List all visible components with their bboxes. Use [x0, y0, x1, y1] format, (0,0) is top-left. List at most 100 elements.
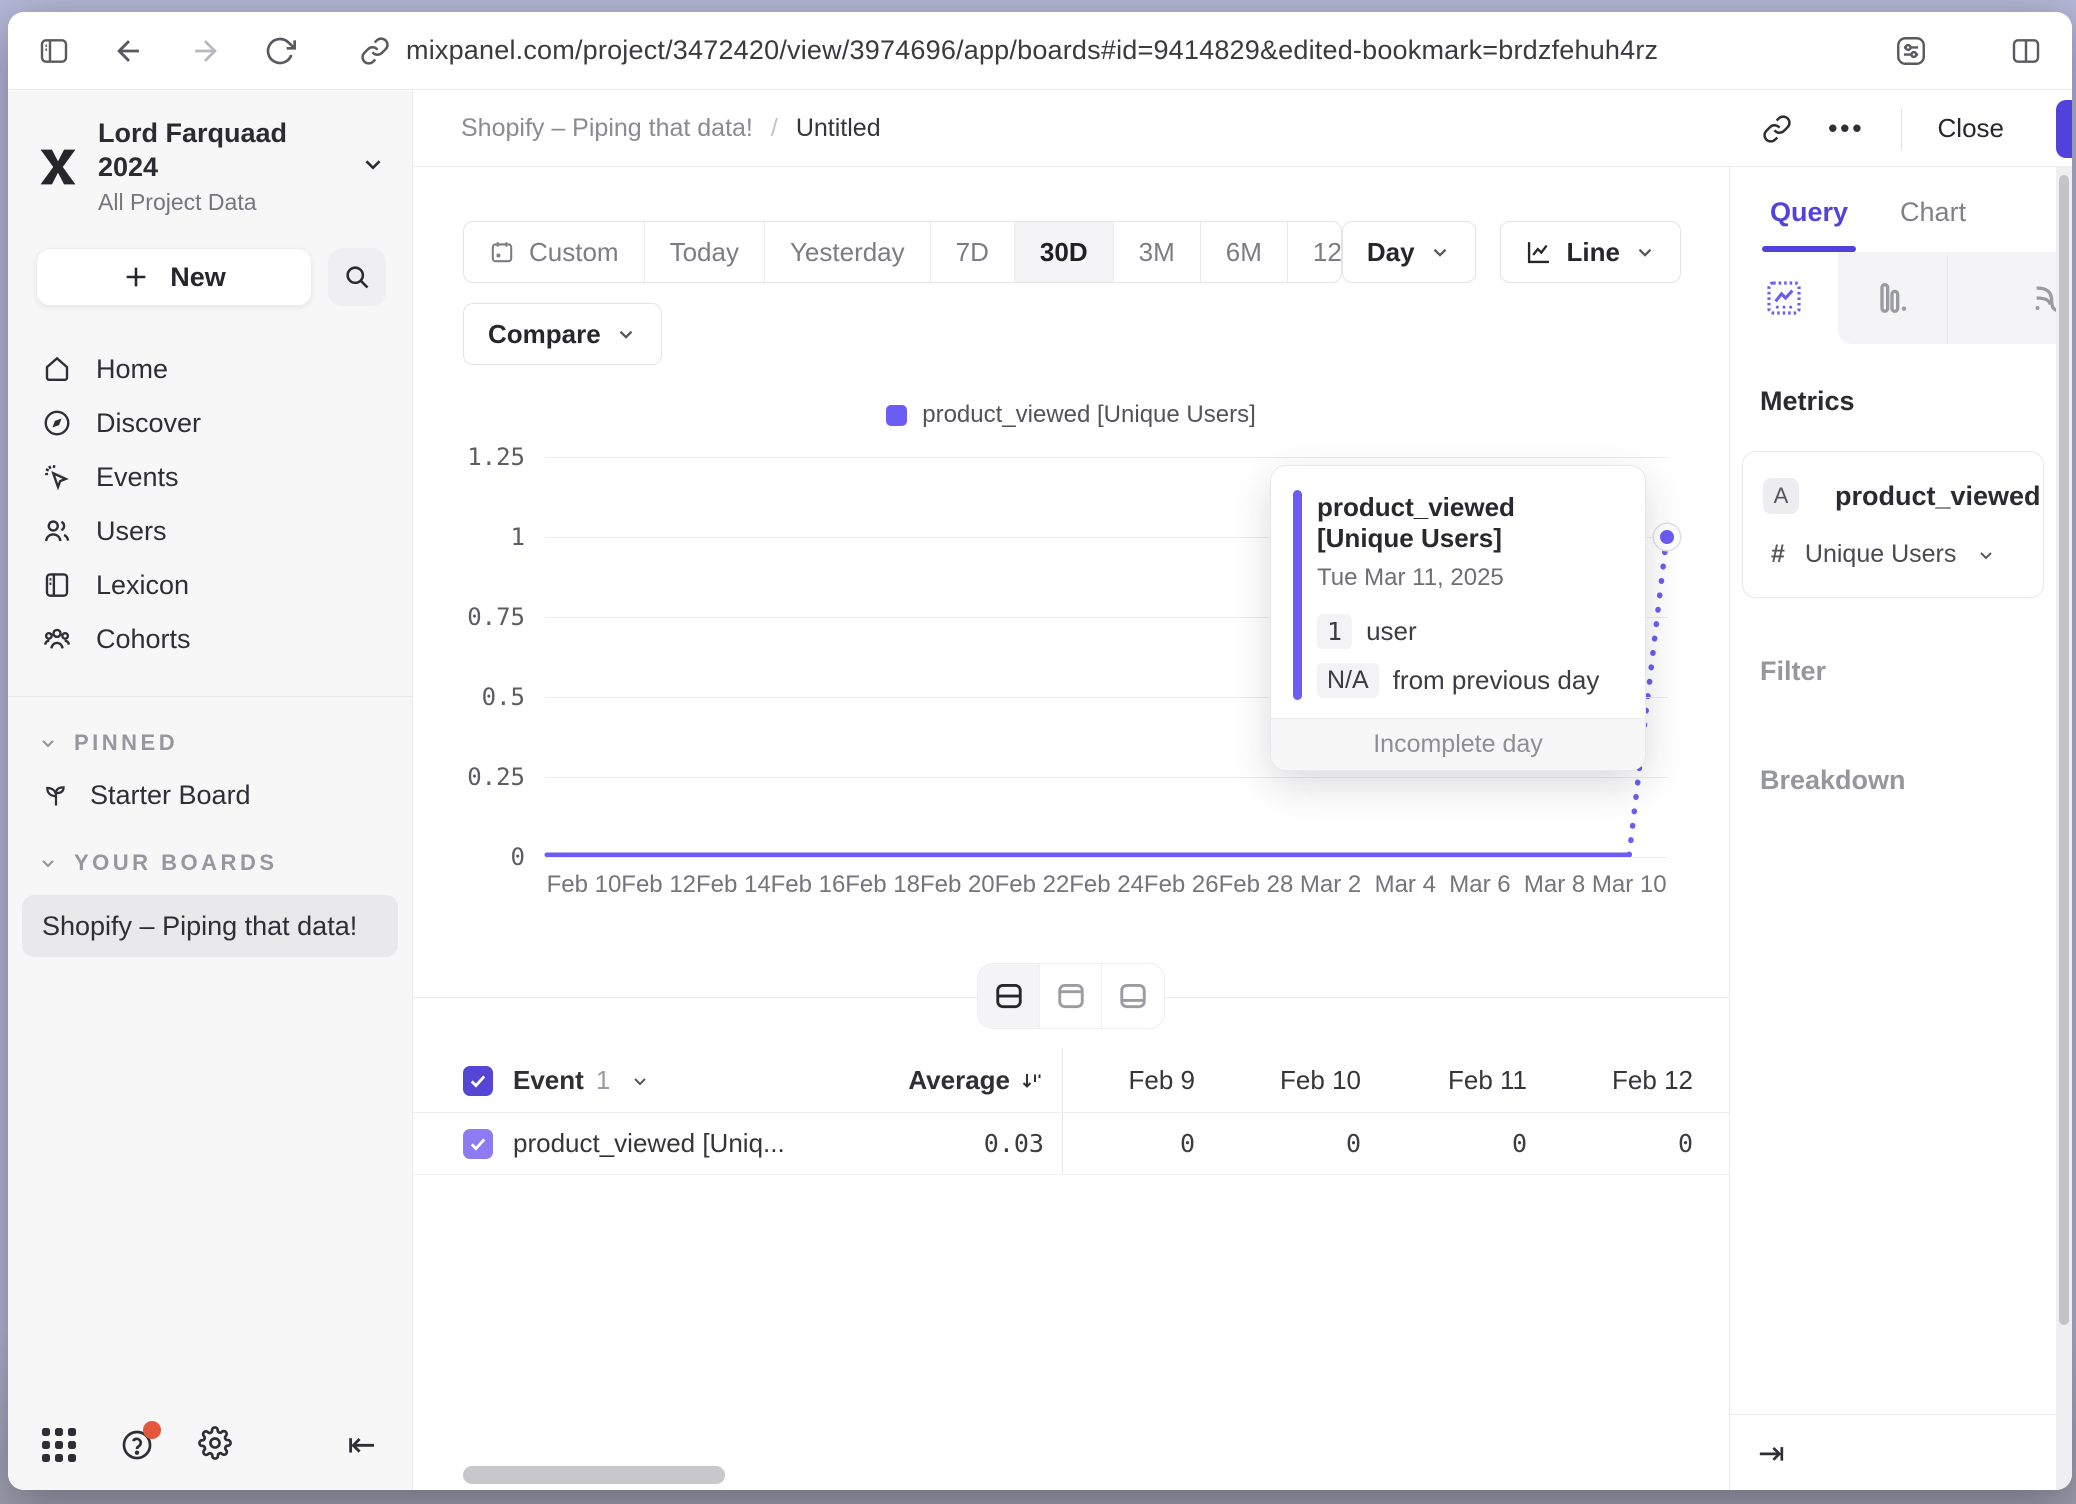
- granularity-label: Day: [1367, 237, 1415, 268]
- x-tick-label: Feb 16: [771, 871, 846, 899]
- link-icon: [360, 36, 390, 66]
- breakdown-section-title[interactable]: Breakdown: [1760, 765, 2056, 796]
- funnels-chart-tab[interactable]: [1838, 252, 1946, 344]
- metric-card[interactable]: A product_viewed # Unique Users: [1742, 451, 2044, 598]
- reload-icon[interactable]: [264, 35, 296, 67]
- vertical-scrollbar-thumb[interactable]: [2059, 175, 2069, 1325]
- bar-chart-icon: [1872, 278, 1912, 318]
- layout-split-button[interactable]: [978, 964, 1040, 1028]
- horizontal-scrollbar[interactable]: [463, 1466, 725, 1484]
- help-button[interactable]: [120, 1428, 154, 1462]
- pinned-section-header[interactable]: PINNED: [8, 719, 412, 767]
- date-column-header[interactable]: Feb 12: [1561, 1065, 1727, 1096]
- metric-slot-badge: A: [1763, 478, 1799, 514]
- project-switcher[interactable]: Lord Farquaad 2024 All Project Data: [36, 117, 386, 216]
- url-bar[interactable]: mixpanel.com/project/3472420/view/397469…: [406, 35, 1658, 66]
- sidebar-item-lexicon[interactable]: Lexicon: [8, 558, 412, 612]
- row-value-cell: 0: [1561, 1129, 1727, 1158]
- x-tick-label: Mar 10: [1592, 871, 1667, 899]
- sidebar-item-users[interactable]: Users: [8, 504, 412, 558]
- more-options-icon[interactable]: •••: [1828, 113, 1864, 144]
- metric-aggregation[interactable]: # Unique Users: [1763, 540, 2023, 569]
- event-column-header[interactable]: Event: [513, 1065, 584, 1096]
- row-event-name: product_viewed [Uniq...: [513, 1128, 785, 1159]
- plot[interactable]: product_viewed [Unique Users] Tue Mar 11…: [545, 457, 1668, 857]
- range-custom[interactable]: Custom: [464, 222, 645, 282]
- filter-section-title[interactable]: Filter: [1760, 656, 2056, 687]
- tab-query[interactable]: Query: [1770, 197, 1848, 252]
- range-6m[interactable]: 6M: [1201, 222, 1288, 282]
- search-button[interactable]: [328, 248, 386, 306]
- sidebar-item-discover[interactable]: Discover: [8, 396, 412, 450]
- range-yesterday[interactable]: Yesterday: [765, 222, 931, 282]
- x-tick-label: Mar 6: [1449, 871, 1510, 899]
- sidebar: Lord Farquaad 2024 All Project Data New …: [8, 91, 413, 1490]
- x-tick-label: Feb 14: [696, 871, 771, 899]
- date-column-header[interactable]: Feb 10: [1229, 1065, 1395, 1096]
- x-tick-label: Feb 12: [621, 871, 696, 899]
- row-checkbox[interactable]: [463, 1129, 493, 1159]
- layout-chart-only-button[interactable]: [1040, 964, 1102, 1028]
- row-value-cell: 0: [1063, 1129, 1229, 1158]
- copy-link-icon[interactable]: [1762, 114, 1792, 144]
- average-column-header[interactable]: Average: [908, 1065, 1010, 1096]
- date-column-header[interactable]: Feb 11: [1395, 1065, 1561, 1096]
- browser-window: mixpanel.com/project/3472420/view/397469…: [8, 12, 2072, 1490]
- legend-label: product_viewed [Unique Users]: [922, 401, 1256, 429]
- pinned-item[interactable]: Starter Board: [8, 767, 412, 823]
- range-today[interactable]: Today: [645, 222, 765, 282]
- range-3m[interactable]: 3M: [1114, 222, 1201, 282]
- vertical-scrollbar[interactable]: [2056, 167, 2072, 1490]
- range-label: Yesterday: [790, 237, 905, 268]
- home-icon: [42, 354, 72, 384]
- back-icon[interactable]: [112, 34, 146, 68]
- new-button[interactable]: New: [36, 248, 312, 306]
- settings-gear-icon[interactable]: [198, 1426, 232, 1465]
- sidebar-item-label: Discover: [96, 408, 201, 439]
- chevron-down-icon: [360, 151, 386, 182]
- apps-grid-icon[interactable]: [42, 1428, 76, 1462]
- tab-chart[interactable]: Chart: [1900, 197, 1966, 252]
- sort-icon[interactable]: [1020, 1069, 1044, 1093]
- browser-settings-icon[interactable]: [1894, 34, 1928, 68]
- sidebar-item-label: Home: [96, 354, 168, 385]
- sidebar-item-events[interactable]: Events: [8, 450, 412, 504]
- layout-toggle-row: [413, 963, 1729, 1031]
- chart-type-dropdown[interactable]: Line: [1500, 221, 1681, 283]
- flows-chart-tab[interactable]: [1947, 252, 2056, 344]
- insights-chart-tab[interactable]: [1730, 252, 1838, 344]
- line-chart-box-icon: [1764, 278, 1804, 318]
- layout-table-only-button[interactable]: [1102, 964, 1164, 1028]
- collapse-sidebar-icon[interactable]: ⇤: [348, 1425, 377, 1465]
- close-button[interactable]: Close: [1938, 113, 2004, 144]
- y-gridline: [545, 457, 1668, 458]
- range-12m[interactable]: 12M: [1288, 222, 1342, 282]
- select-all-checkbox[interactable]: [463, 1066, 493, 1096]
- table-header-row: Event 1 Average Feb 9Feb 10Feb 11Feb 12: [413, 1049, 1729, 1113]
- your-boards-section-header[interactable]: YOUR BOARDS: [8, 839, 412, 887]
- date-column-header[interactable]: Feb 9: [1063, 1065, 1229, 1096]
- table-row[interactable]: product_viewed [Uniq... 0.03 0000: [413, 1113, 1729, 1175]
- range-30d[interactable]: 30D: [1015, 222, 1114, 282]
- save-button-partial[interactable]: [2056, 100, 2072, 158]
- board-item[interactable]: Shopify – Piping that data!: [22, 895, 398, 957]
- sidebar-item-home[interactable]: Home: [8, 342, 412, 396]
- compare-dropdown[interactable]: Compare: [463, 303, 662, 365]
- cohorts-icon: [42, 624, 72, 654]
- breadcrumb-page[interactable]: Untitled: [796, 114, 881, 143]
- chart-legend[interactable]: product_viewed [Unique Users]: [413, 401, 1729, 429]
- range-7d[interactable]: 7D: [931, 222, 1015, 282]
- granularity-dropdown[interactable]: Day: [1342, 221, 1476, 283]
- breadcrumb-board[interactable]: Shopify – Piping that data!: [461, 114, 753, 143]
- sidebar-item-cohorts[interactable]: Cohorts: [8, 612, 412, 666]
- browser-sidebar-toggle-icon[interactable]: [38, 35, 70, 67]
- calendar-icon: [489, 239, 515, 265]
- check-icon: [468, 1134, 488, 1154]
- data-point-marker[interactable]: [1654, 524, 1680, 550]
- chevron-down-icon[interactable]: [630, 1071, 650, 1091]
- chevron-down-icon: [615, 323, 637, 345]
- split-view-icon[interactable]: [2010, 35, 2042, 67]
- x-tick-label: Feb 18: [845, 871, 920, 899]
- chart-area: product_viewed [Unique Users] Tue Mar 11…: [413, 457, 1729, 923]
- collapse-panel-icon[interactable]: ⇥: [1758, 1434, 1785, 1472]
